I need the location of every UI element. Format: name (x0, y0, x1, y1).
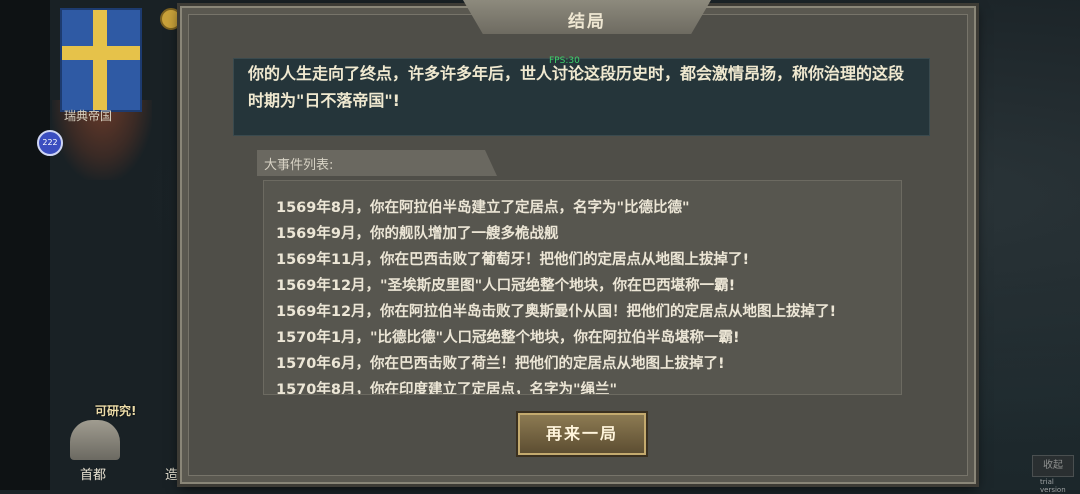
flag-cross-vertical (93, 10, 107, 110)
left-edge-strip (0, 0, 50, 490)
event-item: 1570年8月，你在印度建立了定居点，名字为"绳兰" (276, 382, 618, 395)
event-item: 1569年11月，你在巴西击败了葡萄牙！把他们的定居点从地图上拔掉了! (276, 252, 750, 268)
event-item: 1569年12月，你在阿拉伯半岛击败了奥斯曼仆从国！把他们的定居点从地图上拔掉了… (276, 304, 837, 320)
events-list: 1569年8月，你在阿拉伯半岛建立了定居点，名字为"比德比德" 1569年9月，… (276, 195, 837, 395)
map-pin-icon[interactable]: 222 (37, 130, 63, 156)
events-header: 大事件列表: (264, 158, 334, 173)
event-item: 1569年9月，你的舰队增加了一艘多桅战舰 (276, 226, 559, 242)
dialog-title: 结局 (568, 12, 606, 32)
flag-cross-horizontal (62, 46, 140, 60)
country-flag-icon[interactable] (60, 8, 142, 112)
fps-counter: FPS:30 (549, 56, 580, 66)
event-item: 1570年1月，"比德比德"人口冠绝整个地块，你在阿拉伯半岛堪称一霸! (276, 330, 740, 346)
event-item: 1569年12月，"圣埃斯皮里图"人口冠绝整个地块，你在巴西堪称一霸! (276, 278, 736, 294)
ending-summary-text: 你的人生走向了终点，许多许多年后，世人讨论这段历史时，都会激情昂扬，称你治理的这… (248, 64, 905, 110)
event-item: 1570年6月，你在巴西击败了荷兰！把他们的定居点从地图上拔掉了! (276, 356, 725, 372)
country-name: 瑞典帝国 (63, 109, 112, 123)
event-item: 1569年8月，你在阿拉伯半岛建立了定居点，名字为"比德比德" (276, 200, 690, 216)
capital-label[interactable]: 首都 (80, 464, 106, 483)
research-available-tag: 可研究! (95, 404, 137, 418)
collapse-button[interactable]: 收起 (1032, 455, 1074, 477)
events-list-panel[interactable]: 1569年8月，你在阿拉伯半岛建立了定居点，名字为"比德比德" 1569年9月，… (263, 180, 902, 395)
coin-icon (160, 8, 182, 30)
build-label[interactable]: 造 (165, 464, 178, 483)
restart-button[interactable]: 再来一局 (518, 413, 646, 455)
capital-building-icon[interactable] (70, 420, 120, 460)
trial-version-tag: trial version (1040, 478, 1066, 494)
